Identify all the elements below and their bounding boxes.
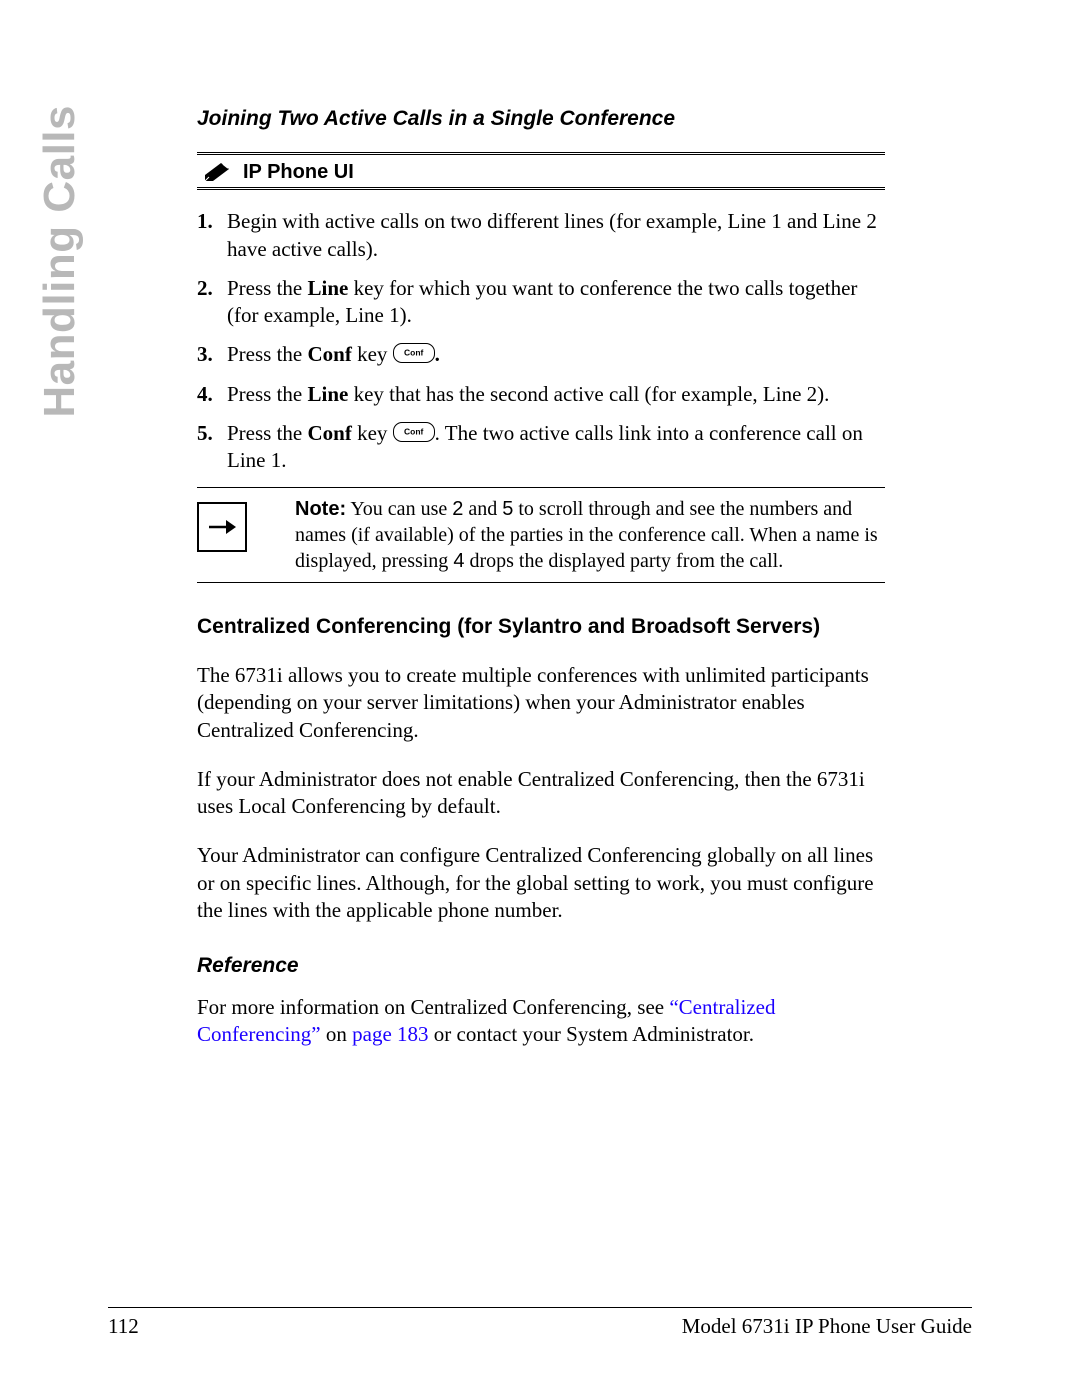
side-chapter-label: Handling Calls <box>35 105 85 418</box>
reference-page-link[interactable]: page 183 <box>352 1022 428 1046</box>
step-key-name: Conf <box>308 421 352 445</box>
body-paragraph: Your Administrator can configure Central… <box>197 842 885 924</box>
reference-text: For more information on Centralized Conf… <box>197 995 669 1019</box>
step-text: Begin with active calls on two different… <box>227 209 877 260</box>
step-item: Press the Line key for which you want to… <box>227 275 885 330</box>
conf-key-icon <box>393 343 435 363</box>
ui-banner-label: IP Phone UI <box>243 159 354 185</box>
note-body: and <box>463 498 502 520</box>
footer-rule <box>108 1307 972 1308</box>
step-key-name: Conf <box>308 342 352 366</box>
note-arrow-icon <box>197 502 247 552</box>
page-footer: 112 Model 6731i IP Phone User Guide <box>108 1307 972 1339</box>
note-body: You can use <box>346 498 452 520</box>
main-content: Joining Two Active Calls in a Single Con… <box>197 105 885 1048</box>
note-label: Note: <box>295 498 346 520</box>
reference-paragraph: For more information on Centralized Conf… <box>197 994 885 1049</box>
step-text: Press the <box>227 421 308 445</box>
note-body: drops the displayed party from the call. <box>464 550 783 572</box>
ui-banner: IP Phone UI <box>197 152 885 190</box>
reference-heading: Reference <box>197 952 885 979</box>
step-item: Press the Conf key . The two active call… <box>227 420 885 475</box>
steps-list: Begin with active calls on two different… <box>197 208 885 474</box>
conf-key-icon <box>393 422 435 442</box>
body-paragraph: If your Administrator does not enable Ce… <box>197 766 885 821</box>
section-heading: Centralized Conferencing (for Sylantro a… <box>197 613 885 640</box>
note-block: Note: You can use 2 and 5 to scroll thro… <box>197 487 885 583</box>
step-text: Press the <box>227 342 308 366</box>
step-text: key that has the second active call (for… <box>348 382 829 406</box>
step-item: Press the Conf key . <box>227 341 885 368</box>
body-paragraph: The 6731i allows you to create multiple … <box>197 662 885 744</box>
reference-text: or contact your System Administrator. <box>429 1022 754 1046</box>
step-text: key <box>352 421 393 445</box>
step-text: Press the <box>227 276 308 300</box>
step-text: Press the <box>227 382 308 406</box>
step-key-name: Line <box>308 382 349 406</box>
key-5: 5 <box>502 498 513 520</box>
step-text: . <box>435 342 440 366</box>
step-item: Press the Line key that has the second a… <box>227 381 885 408</box>
document-page: Handling Calls Joining Two Active Calls … <box>0 0 1080 1397</box>
pencil-icon <box>203 161 233 183</box>
note-text: Note: You can use 2 and 5 to scroll thro… <box>271 496 885 574</box>
step-key-name: Line <box>308 276 349 300</box>
step-text: key <box>352 342 393 366</box>
page-number: 112 <box>108 1314 139 1339</box>
key-4: 4 <box>453 550 464 572</box>
key-2: 2 <box>452 498 463 520</box>
step-item: Begin with active calls on two different… <box>227 208 885 263</box>
reference-text: on <box>321 1022 353 1046</box>
subsection-title: Joining Two Active Calls in a Single Con… <box>197 105 885 132</box>
footer-title: Model 6731i IP Phone User Guide <box>682 1314 972 1339</box>
